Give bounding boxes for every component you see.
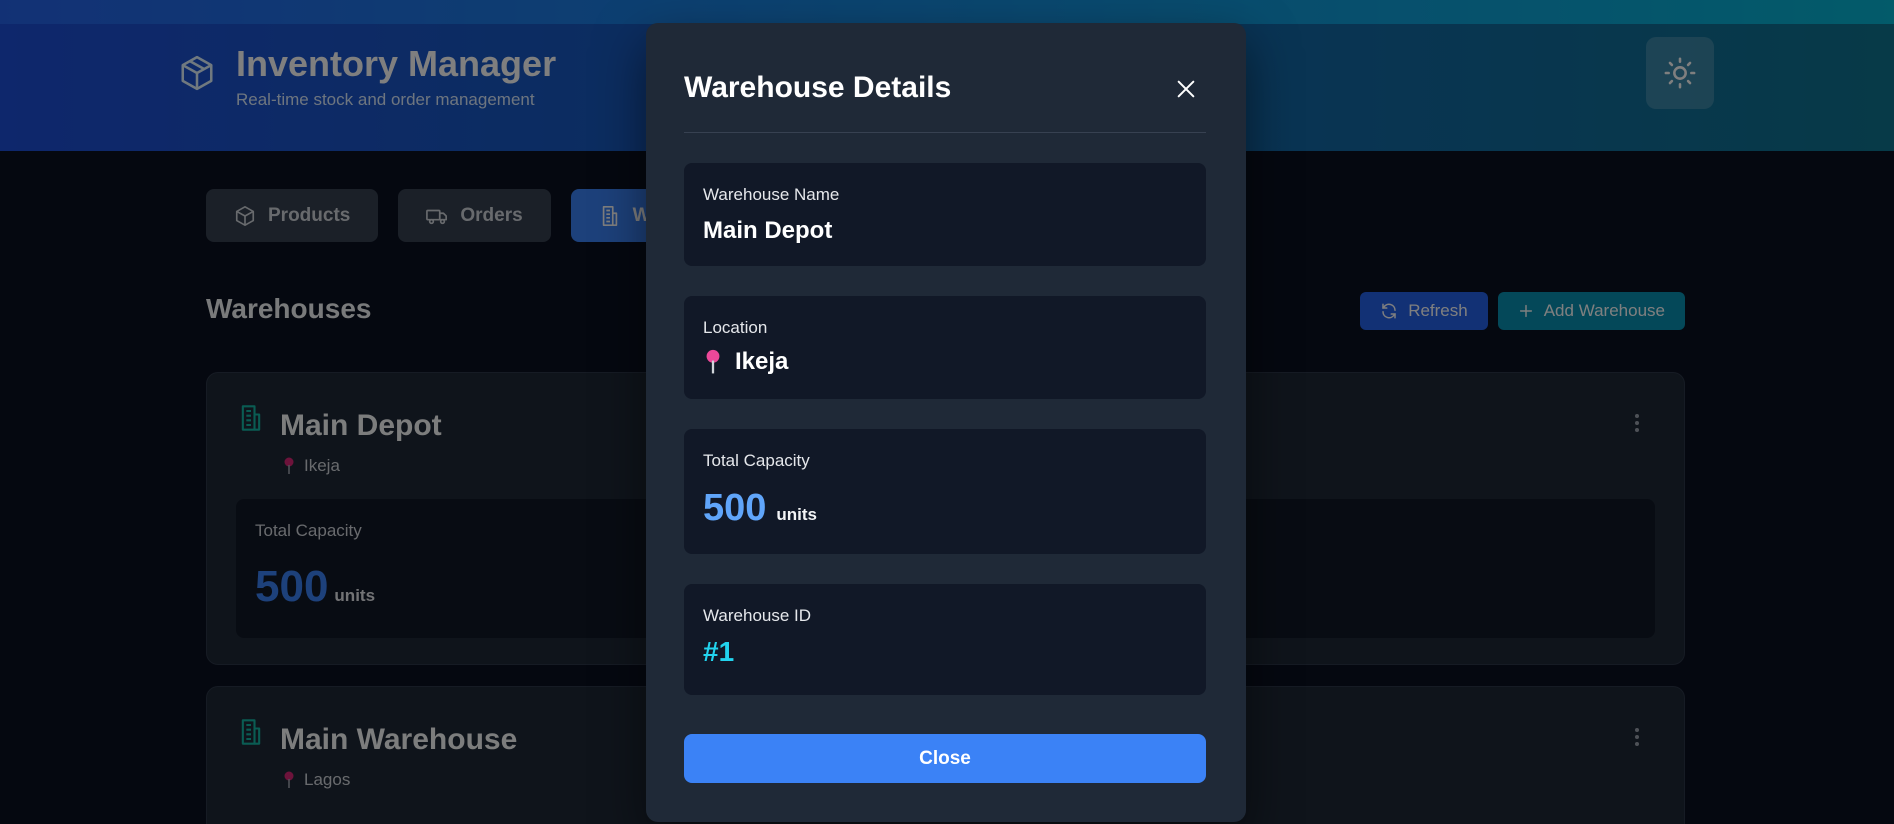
warehouse-name-value: Main Depot	[703, 217, 833, 244]
pin-icon	[706, 349, 720, 374]
warehouse-id-field: Warehouse ID #1	[684, 584, 1206, 695]
capacity-unit: units	[776, 505, 818, 524]
capacity-value: 500 units	[703, 487, 817, 530]
location-value: Ikeja	[703, 348, 788, 376]
warehouse-name-label: Warehouse Name	[703, 185, 840, 204]
capacity-field: Total Capacity 500 units	[684, 429, 1206, 554]
modal-title: Warehouse Details	[684, 71, 952, 104]
location-field: Location Ikeja	[684, 296, 1206, 399]
warehouse-name-field: Warehouse Name Main Depot	[684, 163, 1206, 266]
capacity-number: 500	[703, 487, 767, 529]
capacity-label: Total Capacity	[703, 451, 810, 470]
warehouse-details-modal: Warehouse Details Warehouse Name Main De…	[646, 23, 1246, 822]
warehouse-id-label: Warehouse ID	[703, 606, 812, 625]
close-button[interactable]: Close	[684, 734, 1206, 783]
location-text: Ikeja	[735, 348, 789, 375]
modal-close-button[interactable]	[1170, 73, 1202, 105]
close-icon	[1177, 80, 1195, 98]
warehouse-id-value: #1	[703, 636, 735, 667]
modal-divider	[684, 132, 1206, 133]
location-label: Location	[703, 318, 768, 337]
